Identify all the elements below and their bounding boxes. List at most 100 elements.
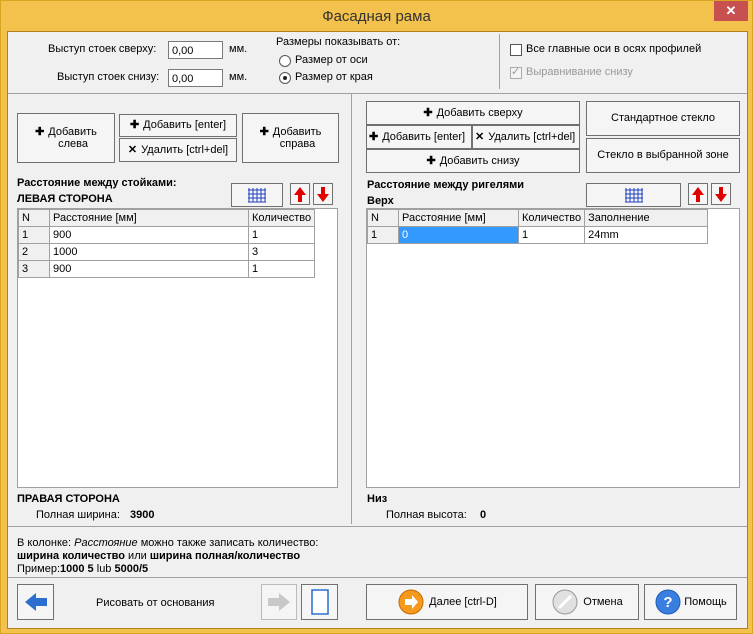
hint-text: 5000/5 — [114, 563, 149, 575]
radio-edge[interactable] — [279, 72, 291, 84]
delete-label: Удалить [ctrl+del] — [488, 131, 576, 143]
forward-button — [261, 584, 297, 620]
table-cell[interactable]: 24mm — [584, 226, 709, 244]
arrow-down-icon — [317, 187, 329, 202]
add-top-button[interactable]: ✚ Добавить сверху — [366, 101, 580, 125]
left-down-button[interactable] — [313, 183, 333, 205]
left-table-grid: N Расстояние [мм] Количество 1 900 1 2 1… — [18, 209, 316, 278]
page-icon — [310, 589, 329, 615]
col-header: Количество — [247, 209, 316, 227]
table-cell[interactable]: 1 — [517, 226, 586, 244]
hint-line-3: Пример:1000 5 lub 5000/5 — [17, 563, 148, 575]
help-button[interactable]: ? Помощь — [644, 584, 737, 620]
table-cell[interactable]: 900 — [49, 226, 249, 244]
zone-glass-button[interactable]: Стекло в выбранной зоне — [586, 138, 740, 173]
table-row[interactable]: 2 1000 3 — [18, 243, 316, 261]
total-width-value: 3900 — [130, 509, 155, 521]
col-header: Расстояние [мм] — [49, 209, 249, 227]
add-left-label-1: Добавить — [48, 126, 97, 138]
standard-glass-button[interactable]: Стандартное стекло — [586, 101, 740, 136]
add-enter-label: Добавить [enter] — [382, 131, 466, 143]
col-header: Расстояние [мм] — [398, 209, 519, 227]
offset-top-input[interactable]: 0,00 — [168, 41, 223, 59]
table-cell: 1 — [367, 226, 399, 244]
arrow-left-icon — [24, 593, 47, 611]
add-right-label-1: Добавить — [272, 126, 322, 138]
hint-text: Пример: — [17, 563, 61, 575]
dialog-client: Выступ стоек сверху: 0,00 мм. Выступ сто… — [7, 31, 748, 629]
plus-icon: ✚ — [423, 107, 433, 119]
table-cell[interactable]: 1000 — [49, 243, 249, 261]
right-grid-button[interactable] — [586, 183, 681, 207]
chk-axes-label: Все главные оси в осях профилей — [526, 43, 702, 55]
add-right-label-2: справа — [279, 138, 316, 150]
divider-middle — [351, 94, 352, 524]
chk-align — [510, 65, 522, 79]
next-button[interactable]: Далее [ctrl-D] — [366, 584, 528, 620]
left-grid-button[interactable] — [231, 183, 283, 207]
close-button[interactable]: ✕ — [714, 1, 748, 21]
title-bar: Фасадная рама ✕ — [1, 1, 752, 31]
divider-h2 — [8, 526, 747, 527]
cancel-icon — [552, 589, 578, 615]
add-left-button[interactable]: ✚ Добавить слева — [17, 113, 115, 163]
offset-top-label: Выступ стоек сверху: — [48, 43, 157, 55]
left-up-button[interactable] — [290, 183, 310, 205]
page-button[interactable] — [301, 584, 338, 620]
radio-axis[interactable] — [279, 55, 291, 67]
left-grid-title: Расстояние между стойками: — [17, 177, 177, 189]
hint-text: или — [125, 550, 150, 562]
cancel-button[interactable]: Отмена — [535, 584, 639, 620]
add-left-label-2: слева — [58, 138, 88, 150]
total-height-label: Полная высота: — [386, 509, 467, 521]
delete-label: Удалить [ctrl+del] — [141, 144, 229, 156]
total-height-value: 0 — [480, 509, 487, 521]
help-label: Помощь — [684, 596, 727, 608]
left-table[interactable]: N Расстояние [мм] Количество 1 900 1 2 1… — [17, 208, 338, 488]
divider-h3 — [8, 577, 747, 578]
delete-icon: ✕ — [127, 144, 138, 156]
right-side-bottom: Низ — [367, 493, 388, 505]
delete-icon: ✕ — [475, 131, 485, 143]
grid-icon — [624, 188, 643, 203]
plus-icon: ✚ — [35, 126, 45, 138]
chk-axes[interactable] — [510, 44, 522, 56]
add-right-button[interactable]: ✚ Добавить справа — [242, 113, 339, 163]
radio-axis-label: Размер от оси — [295, 54, 368, 66]
add-enter-button-right[interactable]: ✚ Добавить [enter] — [366, 125, 472, 149]
next-icon — [398, 589, 424, 615]
divider-top — [499, 34, 500, 89]
table-row[interactable]: 1 0 1 24mm — [367, 226, 709, 244]
add-bottom-label: Добавить снизу — [439, 155, 520, 167]
col-header: Заполнение — [584, 209, 709, 227]
table-row[interactable]: 3 900 1 — [18, 260, 316, 278]
col-header: N — [367, 209, 399, 227]
table-cell[interactable]: 900 — [49, 260, 249, 278]
window: Фасадная рама ✕ Выступ стоек сверху: 0,0… — [0, 0, 753, 634]
plus-icon: ✚ — [129, 119, 140, 131]
right-grid-title: Расстояние между ригелями — [367, 179, 525, 191]
offset-bottom-input[interactable]: 0,00 — [168, 69, 223, 87]
plus-icon: ✚ — [426, 155, 436, 167]
right-table-header: N Расстояние [мм] Количество Заполнение — [367, 209, 709, 227]
add-enter-button-left[interactable]: ✚ Добавить [enter] — [119, 114, 237, 137]
table-cell-selected[interactable]: 0 — [398, 226, 519, 244]
table-cell[interactable]: 1 — [247, 226, 316, 244]
draw-base-label: Рисовать от основания — [96, 597, 215, 609]
delete-button-left[interactable]: ✕ Удалить [ctrl+del] — [119, 138, 237, 162]
col-header: N — [18, 209, 50, 227]
sizes-label: Размеры показывать от: — [276, 36, 401, 48]
right-down-button[interactable] — [711, 183, 731, 205]
hint-text: ширина количество — [17, 550, 125, 562]
back-button[interactable] — [17, 584, 54, 620]
table-cell[interactable]: 1 — [247, 260, 316, 278]
right-up-button[interactable] — [688, 183, 708, 205]
add-bottom-button[interactable]: ✚ Добавить снизу — [366, 149, 580, 173]
right-table[interactable]: N Расстояние [мм] Количество Заполнение … — [366, 208, 740, 488]
delete-button-right[interactable]: ✕ Удалить [ctrl+del] — [472, 125, 580, 149]
right-table-grid: N Расстояние [мм] Количество Заполнение … — [367, 209, 709, 244]
table-row[interactable]: 1 900 1 — [18, 226, 316, 244]
table-cell[interactable]: 3 — [247, 243, 316, 261]
grid-icon — [248, 188, 266, 203]
offset-bottom-label: Выступ стоек снизу: — [57, 71, 160, 83]
